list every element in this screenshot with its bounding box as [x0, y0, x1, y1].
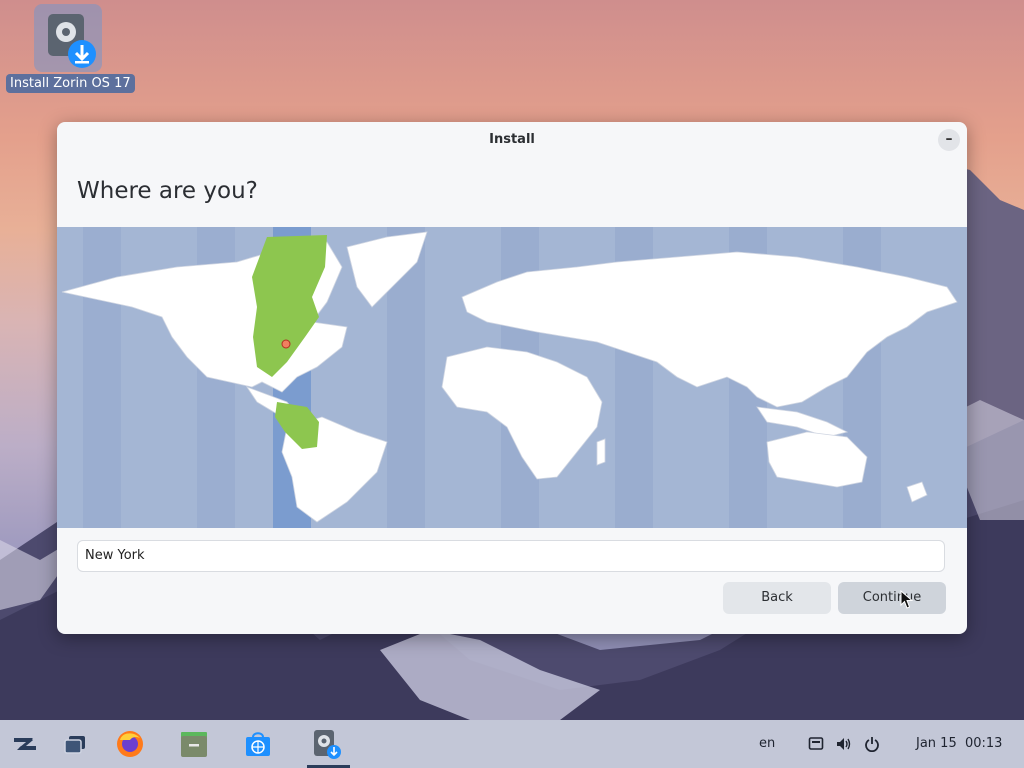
software-store-icon[interactable] [242, 728, 274, 760]
network-icon[interactable] [808, 736, 824, 752]
continue-button[interactable]: Continue [838, 582, 946, 614]
page-heading: Where are you? [77, 178, 258, 204]
clock-date: Jan 15 [916, 736, 957, 751]
keyboard-layout-indicator[interactable]: en [759, 720, 775, 768]
location-input[interactable]: New York [77, 540, 945, 572]
mouse-cursor-icon [900, 590, 914, 609]
installer-window: Install – Where are you? New York Back C… [57, 122, 967, 634]
timezone-map[interactable] [57, 227, 967, 528]
volume-icon[interactable] [836, 736, 852, 752]
window-title: Install [489, 132, 535, 147]
workspaces-icon[interactable] [60, 728, 92, 760]
city-marker [281, 339, 291, 349]
zorin-menu-icon[interactable] [9, 728, 41, 760]
desktop-icon-install-zorin[interactable]: Install Zorin OS 17 [4, 4, 135, 96]
desktop-icon-label: Install Zorin OS 17 [6, 74, 135, 93]
power-icon[interactable] [864, 736, 880, 752]
installer-icon[interactable] [310, 728, 342, 760]
files-icon[interactable] [178, 728, 210, 760]
minimize-button[interactable]: – [938, 129, 960, 151]
installer-disk-download-icon [34, 4, 102, 72]
taskbar: en Jan 15 00:13 [0, 720, 1024, 768]
firefox-icon[interactable] [114, 728, 146, 760]
back-button[interactable]: Back [723, 582, 831, 614]
clock-time: 00:13 [964, 736, 1003, 751]
clock[interactable]: Jan 15 00:13 [916, 720, 1002, 768]
